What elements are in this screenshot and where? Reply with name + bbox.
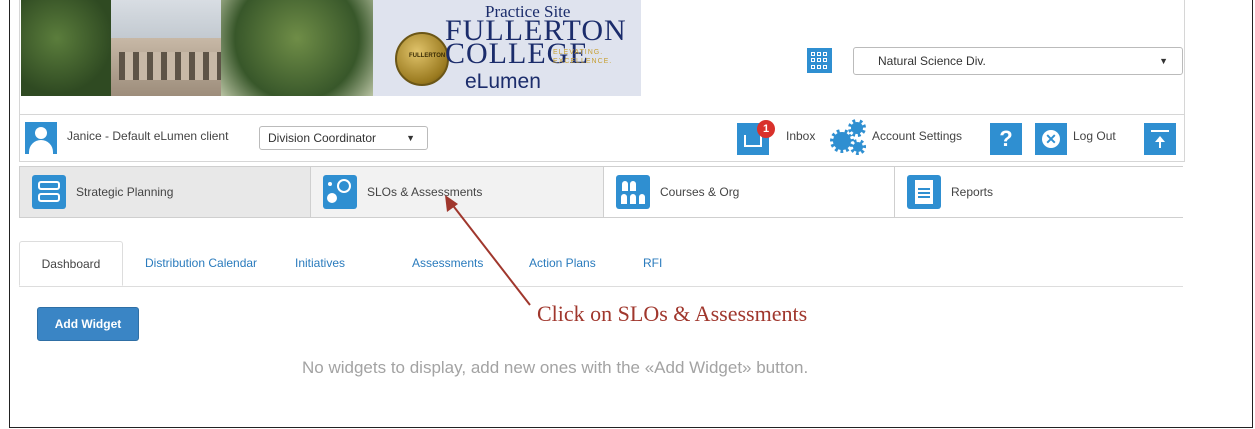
module-label: Reports	[951, 185, 994, 199]
empty-widgets-message: No widgets to display, add new ones with…	[302, 358, 809, 377]
module-label: Strategic Planning	[76, 185, 174, 199]
division-select-value: Natural Science Div.	[878, 54, 986, 68]
division-select[interactable]: Natural Science Div. ▼	[853, 47, 1183, 75]
help-icon[interactable]: ?	[990, 123, 1022, 155]
inbox-link[interactable]: Inbox	[786, 129, 815, 143]
close-icon: ✕	[1042, 130, 1060, 148]
logout-icon[interactable]: ✕	[1035, 123, 1067, 155]
college-logo: FULLERTON Practice Site FULLERTON COLLEG…	[373, 0, 641, 96]
tab-initiatives[interactable]: Initiatives	[295, 241, 345, 286]
module-reports[interactable]: Reports	[895, 167, 1185, 217]
module-courses-org[interactable]: Courses & Org	[604, 167, 895, 217]
user-name: Janice - Default eLumen client	[67, 129, 229, 143]
user-toolbar: Janice - Default eLumen client Division …	[19, 115, 1185, 162]
chevron-down-icon: ▼	[1159, 56, 1168, 66]
courses-org-icon	[616, 175, 650, 209]
tab-rfi[interactable]: RFI	[643, 241, 662, 286]
apps-grid-icon[interactable]	[807, 48, 832, 73]
college-seal-icon: FULLERTON	[395, 32, 449, 86]
module-strategic-planning[interactable]: Strategic Planning	[20, 167, 311, 217]
role-select-value: Division Coordinator	[268, 131, 377, 145]
logout-link[interactable]: Log Out	[1073, 129, 1116, 143]
scroll-top-icon[interactable]	[1144, 123, 1176, 155]
account-settings-link[interactable]: Account Settings	[872, 129, 962, 143]
banner-image: FULLERTON Practice Site FULLERTON COLLEG…	[21, 0, 641, 96]
role-select[interactable]: Division Coordinator ▼	[259, 126, 428, 150]
module-slos-assessments[interactable]: SLOs & Assessments	[311, 167, 604, 217]
gear-icon[interactable]	[830, 119, 868, 157]
annotation-text: Click on SLOs & Assessments	[537, 301, 808, 326]
product-name: eLumen	[465, 70, 541, 93]
user-avatar-icon	[25, 122, 57, 154]
slo-assessments-icon	[323, 175, 357, 209]
module-label: Courses & Org	[660, 185, 740, 199]
tab-action-plans[interactable]: Action Plans	[529, 241, 596, 286]
strategic-planning-icon	[32, 175, 66, 209]
tab-assessments[interactable]: Assessments	[412, 241, 483, 286]
tab-distribution-calendar[interactable]: Distribution Calendar	[145, 241, 257, 286]
inbox-count-badge: 1	[757, 120, 775, 138]
tab-dashboard[interactable]: Dashboard	[19, 241, 123, 286]
reports-icon	[907, 175, 941, 209]
module-label: SLOs & Assessments	[367, 185, 483, 199]
add-widget-button[interactable]: Add Widget	[37, 307, 139, 341]
campus-photo	[21, 0, 373, 96]
dashboard-tabs: Dashboard Distribution Calendar Initiati…	[19, 241, 1183, 287]
chevron-down-icon: ▼	[406, 133, 415, 143]
banner: FULLERTON Practice Site FULLERTON COLLEG…	[19, 0, 1185, 115]
tagline-1: ELEVATING.	[553, 49, 604, 56]
tagline-2: EXCELLENCE.	[553, 58, 613, 65]
module-nav: Strategic Planning SLOs & Assessments Co…	[19, 166, 1185, 218]
